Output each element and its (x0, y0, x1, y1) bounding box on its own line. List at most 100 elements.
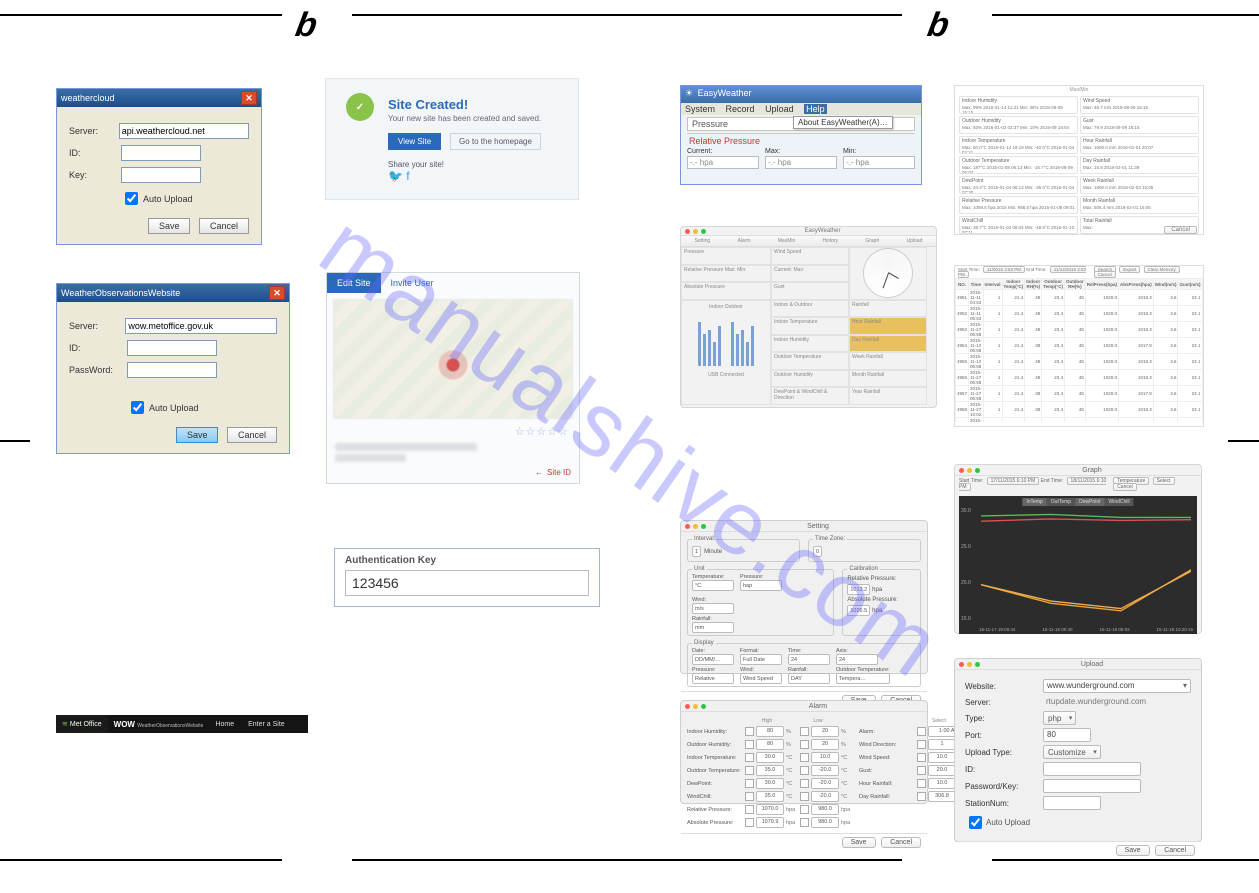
cancel-button[interactable]: Cancel (881, 837, 921, 848)
server-input[interactable] (125, 318, 277, 334)
format-select[interactable]: Full Date (740, 654, 782, 665)
alarm-lo-input[interactable]: 20 (811, 739, 839, 750)
clear-memory-button[interactable]: Clear Memory (1144, 266, 1180, 273)
relpressure-input[interactable]: 1013.2 (847, 584, 870, 595)
go-home-button[interactable]: Go to the homepage (450, 133, 541, 150)
cancel-button[interactable]: Cancel (1164, 226, 1197, 234)
alarm-checkbox[interactable] (917, 792, 926, 801)
table-row[interactable]: 49532015-11-27 06:58121.44823.4481020.01… (956, 322, 1204, 338)
graph-start-input[interactable]: 17/11/2015 6:10 PM (987, 477, 1040, 485)
alarm-lo-checkbox[interactable] (800, 792, 809, 801)
menu-upload[interactable]: Upload (765, 104, 794, 114)
save-button[interactable]: Save (1116, 845, 1150, 856)
id-input[interactable] (127, 340, 217, 356)
port-input[interactable]: 80 (1043, 728, 1091, 742)
tab-alarm[interactable]: Alarm (737, 238, 750, 244)
alarm-hi-input[interactable]: 30.0 (756, 778, 784, 789)
alarm-hi-input[interactable]: 30.0 (756, 752, 784, 763)
cancel-button[interactable]: Cancel (1094, 271, 1116, 278)
tab-graph[interactable]: Graph (865, 238, 879, 244)
alarm-lo-input[interactable]: 980.0 (811, 804, 839, 815)
auto-upload-checkbox[interactable] (969, 816, 982, 829)
alarm-lo-checkbox[interactable] (800, 766, 809, 775)
alarm-input[interactable]: 20.0 (928, 765, 956, 776)
alarm-lo-input[interactable]: 980.0 (811, 817, 839, 828)
tab-edit-site[interactable]: Edit Site (327, 273, 381, 293)
key-input[interactable] (121, 167, 201, 183)
stationnum-input[interactable] (1043, 796, 1101, 810)
alarm-input[interactable]: 1 (928, 739, 956, 750)
alarm-hi-checkbox[interactable] (745, 766, 754, 775)
timezone-select[interactable]: 0 (813, 546, 822, 557)
type-select[interactable]: php (1043, 711, 1076, 725)
alarm-lo-checkbox[interactable] (800, 753, 809, 762)
alarm-lo-checkbox[interactable] (800, 805, 809, 814)
cancel-button[interactable]: Cancel (227, 427, 277, 443)
menu-help[interactable]: Help (804, 104, 827, 114)
auto-upload-checkbox[interactable] (131, 401, 144, 414)
time-select[interactable]: 24 (788, 654, 830, 665)
alarm-hi-input[interactable]: 1070.0 (756, 804, 784, 815)
alarm-hi-checkbox[interactable] (745, 753, 754, 762)
wind-select[interactable]: Wind Speed (740, 673, 782, 684)
alarm-lo-input[interactable]: 20 (811, 726, 839, 737)
cancel-button[interactable]: Cancel (199, 218, 249, 234)
alarm-input[interactable]: 10.0 (928, 778, 956, 789)
alarm-hi-input[interactable]: 35.0 (756, 791, 784, 802)
nav-enter-site[interactable]: Enter a Site (242, 721, 291, 728)
menu-system[interactable]: System (685, 104, 715, 114)
alarm-checkbox[interactable] (917, 727, 926, 736)
server-input[interactable] (119, 123, 249, 139)
id-input[interactable] (1043, 762, 1141, 776)
tab-maxmin[interactable]: MaxMin (778, 238, 796, 244)
table-row[interactable]: 49562015-11-27 06:58121.44823.4481020.01… (956, 370, 1204, 386)
uploadtype-select[interactable]: Customize (1043, 745, 1101, 759)
tab-history[interactable]: History (823, 238, 839, 244)
tab-upload[interactable]: Upload (907, 238, 923, 244)
press-select[interactable]: Relative (692, 673, 734, 684)
save-button[interactable]: Save (176, 427, 219, 443)
passwordkey-input[interactable] (1043, 779, 1141, 793)
pressure-unit-select[interactable]: hap (740, 580, 782, 591)
rainfall-unit-select[interactable]: mm (692, 622, 734, 633)
cancel-button[interactable]: Cancel (1155, 845, 1195, 856)
alarm-hi-checkbox[interactable] (745, 727, 754, 736)
cancel-button[interactable]: Cancel (1113, 483, 1137, 491)
alarm-hi-input[interactable]: 35.0 (756, 765, 784, 776)
alarm-lo-input[interactable]: -20.0 (811, 791, 839, 802)
alarm-lo-input[interactable]: -20.0 (811, 765, 839, 776)
menu-record[interactable]: Record (726, 104, 755, 114)
table-row[interactable]: 49552015-11-12 06:58121.44823.4481020.01… (956, 354, 1204, 370)
twitter-icon[interactable]: 🐦 (388, 169, 400, 181)
alarm-hi-input[interactable]: 80 (756, 739, 784, 750)
password-input[interactable] (127, 362, 217, 378)
alarm-lo-checkbox[interactable] (800, 740, 809, 749)
auth-key-value[interactable]: 123456 (345, 570, 589, 596)
rain-select[interactable]: DAY (788, 673, 830, 684)
alarm-hi-checkbox[interactable] (745, 805, 754, 814)
otemp-select[interactable]: Tempera… (836, 673, 890, 684)
website-select[interactable]: www.wunderground.com ▾ (1043, 679, 1191, 693)
site-map[interactable] (333, 299, 573, 419)
table-row[interactable]: 49582015-11-27 10:02121.43823.4481020.01… (956, 402, 1204, 418)
axis-select[interactable]: 24 (836, 654, 878, 665)
metoffice-logo[interactable]: ≋ Met Office (56, 715, 108, 733)
menu-about-item[interactable]: About EasyWeather(A)… (793, 116, 893, 129)
alarm-hi-checkbox[interactable] (745, 792, 754, 801)
alarm-lo-input[interactable]: -20.0 (811, 778, 839, 789)
alarm-hi-input[interactable]: 1079.9 (756, 817, 784, 828)
alarm-checkbox[interactable] (917, 740, 926, 749)
save-button[interactable]: Save (148, 218, 191, 234)
tab-invite-user[interactable]: Invite User (381, 273, 444, 293)
nav-home[interactable]: Home (209, 721, 240, 728)
table-row[interactable]: 49592015-11-13 10:02121.43823.4481020.01… (956, 418, 1204, 423)
alarm-lo-checkbox[interactable] (800, 779, 809, 788)
tab-setting[interactable]: Setting (695, 238, 711, 244)
alarm-input[interactable]: 10.0 (928, 752, 956, 763)
date-select[interactable]: DD/MM/… (692, 654, 734, 665)
alarm-input[interactable]: 306.8 (928, 791, 956, 802)
close-icon[interactable]: ✕ (241, 91, 257, 105)
id-input[interactable] (121, 145, 201, 161)
temp-unit-select[interactable]: °C (692, 580, 734, 591)
export-button[interactable]: Export (1119, 266, 1140, 273)
